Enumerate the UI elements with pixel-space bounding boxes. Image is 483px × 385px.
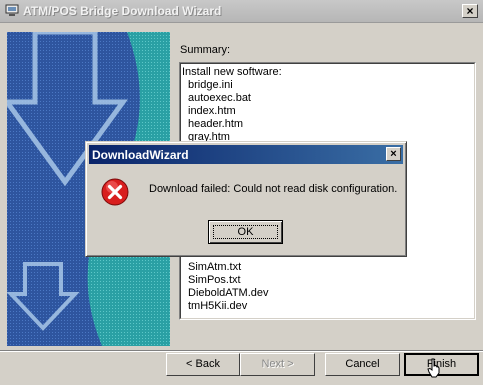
- button-separator: [0, 350, 483, 352]
- list-item: SimAtm.txt: [188, 261, 242, 273]
- list-item: header.htm: [188, 118, 244, 130]
- close-icon: ×: [466, 4, 474, 18]
- error-message: Download failed: Could not read disk con…: [149, 183, 398, 195]
- ok-button[interactable]: OK: [208, 220, 283, 244]
- close-icon: ×: [390, 148, 397, 160]
- dialog-title: DownloadWizard: [92, 148, 189, 162]
- dialog-titlebar[interactable]: DownloadWizard ×: [89, 145, 403, 164]
- mouse-pointer-icon: [427, 358, 440, 378]
- download-error-dialog: DownloadWizard × Download failed: Could …: [85, 141, 407, 257]
- next-button-label: Next >: [261, 358, 294, 370]
- window-title: ATM/POS Bridge Download Wizard: [23, 4, 222, 18]
- list-item: tmH5Kii.dev: [188, 300, 248, 312]
- error-icon: [101, 178, 129, 206]
- cancel-button-label: Cancel: [345, 358, 380, 370]
- cancel-button[interactable]: Cancel: [325, 353, 400, 376]
- list-item: bridge.ini: [188, 79, 233, 91]
- window-close-button[interactable]: ×: [462, 4, 478, 18]
- focus-rectangle: [213, 225, 278, 239]
- back-button[interactable]: < Back: [166, 353, 240, 376]
- next-button[interactable]: Next >: [240, 353, 315, 376]
- list-item: autoexec.bat: [188, 92, 251, 104]
- dialog-close-button[interactable]: ×: [386, 147, 401, 161]
- list-item: SimPos.txt: [188, 274, 241, 286]
- list-item: index.htm: [188, 105, 236, 117]
- computer-icon: [5, 4, 19, 16]
- summary-label: Summary:: [180, 44, 231, 56]
- window-titlebar[interactable]: ATM/POS Bridge Download Wizard ×: [0, 0, 483, 23]
- list-item: DieboldATM.dev: [188, 287, 269, 299]
- summary-heading: Install new software:: [182, 66, 282, 78]
- back-button-label: < Back: [186, 358, 220, 370]
- finish-button[interactable]: Finish: [404, 353, 479, 376]
